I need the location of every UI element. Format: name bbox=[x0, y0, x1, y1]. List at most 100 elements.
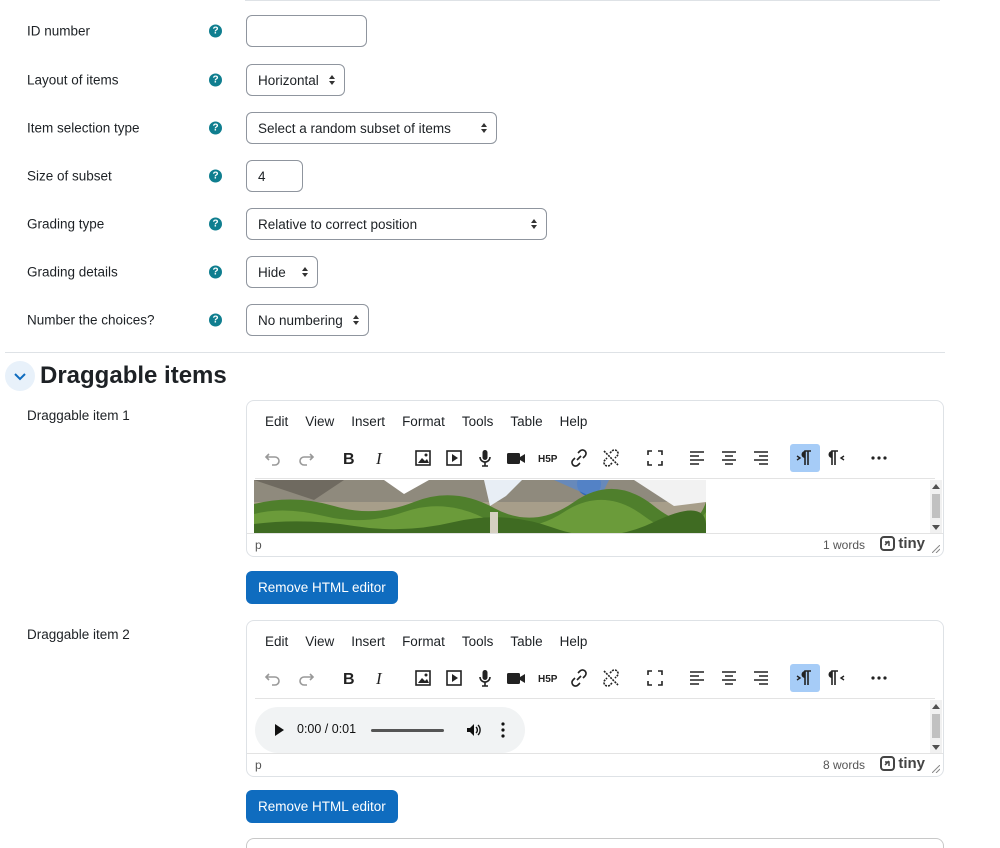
svg-text:I: I bbox=[375, 449, 383, 468]
link-icon[interactable] bbox=[564, 664, 594, 692]
more-icon[interactable] bbox=[864, 664, 894, 692]
select-value: Hide bbox=[258, 264, 286, 280]
rtl-icon[interactable] bbox=[821, 664, 851, 692]
menu-table[interactable]: Table bbox=[510, 634, 542, 649]
menu-format[interactable]: Format bbox=[402, 634, 445, 649]
scroll-down-icon[interactable] bbox=[932, 745, 940, 750]
help-icon[interactable]: ? bbox=[209, 265, 222, 279]
redo-icon[interactable] bbox=[291, 444, 321, 472]
menu-format[interactable]: Format bbox=[402, 414, 445, 429]
menu-table[interactable]: Table bbox=[510, 414, 542, 429]
menu-tools[interactable]: Tools bbox=[462, 634, 494, 649]
record-audio-icon[interactable] bbox=[470, 664, 500, 692]
section-toggle-button[interactable] bbox=[5, 361, 35, 391]
section-divider bbox=[5, 352, 945, 353]
word-count[interactable]: 8 words bbox=[823, 758, 865, 772]
h5p-icon[interactable]: H5P bbox=[533, 444, 563, 472]
audio-progress-track[interactable] bbox=[371, 729, 444, 732]
tiny-brand[interactable]: tiny bbox=[880, 755, 925, 772]
scroll-up-icon[interactable] bbox=[932, 484, 940, 489]
unlink-icon[interactable] bbox=[596, 444, 626, 472]
undo-icon[interactable] bbox=[258, 664, 288, 692]
help-icon[interactable]: ? bbox=[209, 121, 222, 135]
item-selection-select[interactable]: Select a random subset of items bbox=[246, 112, 497, 144]
redo-icon[interactable] bbox=[291, 664, 321, 692]
element-path[interactable]: p bbox=[255, 758, 262, 772]
rtl-icon[interactable] bbox=[821, 444, 851, 472]
media-icon[interactable] bbox=[439, 664, 469, 692]
layout-select[interactable]: Horizontal bbox=[246, 64, 345, 96]
editor-scrollbar[interactable] bbox=[930, 700, 942, 754]
ltr-icon[interactable] bbox=[790, 444, 820, 472]
record-audio-icon[interactable] bbox=[470, 444, 500, 472]
numbering-select[interactable]: No numbering bbox=[246, 304, 369, 336]
italic-icon[interactable]: I bbox=[365, 664, 395, 692]
editor-content[interactable] bbox=[247, 480, 933, 534]
select-caret-icon bbox=[353, 315, 359, 325]
undo-icon[interactable] bbox=[258, 444, 288, 472]
toolbar-divider bbox=[255, 478, 935, 479]
bold-icon[interactable]: B bbox=[333, 444, 363, 472]
element-path[interactable]: p bbox=[255, 538, 262, 552]
help-icon[interactable]: ? bbox=[209, 73, 222, 87]
tiny-brand[interactable]: tiny bbox=[880, 535, 925, 552]
scroll-up-icon[interactable] bbox=[932, 704, 940, 709]
subset-size-input[interactable]: 4 bbox=[246, 160, 303, 192]
more-icon[interactable] bbox=[864, 444, 894, 472]
grading-details-select[interactable]: Hide bbox=[246, 256, 318, 288]
align-center-icon[interactable] bbox=[714, 444, 744, 472]
align-right-icon[interactable] bbox=[746, 444, 776, 472]
svg-text:B: B bbox=[343, 451, 355, 468]
menu-view[interactable]: View bbox=[305, 414, 334, 429]
fullscreen-icon[interactable] bbox=[640, 664, 670, 692]
scroll-thumb[interactable] bbox=[932, 494, 940, 518]
align-right-icon[interactable] bbox=[746, 664, 776, 692]
link-icon[interactable] bbox=[564, 444, 594, 472]
select-caret-icon bbox=[302, 267, 308, 277]
more-options-icon[interactable] bbox=[500, 721, 506, 739]
editor-item-2: Edit View Insert Format Tools Table Help… bbox=[246, 620, 944, 777]
help-icon[interactable]: ? bbox=[209, 313, 222, 327]
ltr-icon[interactable] bbox=[790, 664, 820, 692]
remove-html-editor-button-2[interactable]: Remove HTML editor bbox=[246, 790, 398, 823]
italic-icon[interactable]: I bbox=[365, 444, 395, 472]
h5p-icon[interactable]: H5P bbox=[533, 664, 563, 692]
menu-insert[interactable]: Insert bbox=[351, 414, 385, 429]
scroll-thumb[interactable] bbox=[932, 714, 940, 738]
id-number-input[interactable] bbox=[246, 15, 367, 47]
fullscreen-icon[interactable] bbox=[640, 444, 670, 472]
play-icon[interactable] bbox=[275, 724, 284, 736]
align-left-icon[interactable] bbox=[682, 664, 712, 692]
editor-content[interactable]: 0:00 / 0:01 bbox=[247, 700, 933, 754]
record-video-icon[interactable] bbox=[501, 664, 531, 692]
help-icon[interactable]: ? bbox=[209, 24, 222, 38]
grading-type-select[interactable]: Relative to correct position bbox=[246, 208, 547, 240]
editor-scrollbar[interactable] bbox=[930, 480, 942, 534]
image-icon[interactable] bbox=[408, 444, 438, 472]
image-icon[interactable] bbox=[408, 664, 438, 692]
help-icon[interactable]: ? bbox=[209, 169, 222, 183]
record-video-icon[interactable] bbox=[501, 444, 531, 472]
remove-html-editor-button-1[interactable]: Remove HTML editor bbox=[246, 571, 398, 604]
unlink-icon[interactable] bbox=[596, 664, 626, 692]
word-count[interactable]: 1 words bbox=[823, 538, 865, 552]
trulli-image bbox=[254, 480, 706, 534]
menu-help[interactable]: Help bbox=[560, 414, 588, 429]
resize-handle-icon[interactable] bbox=[932, 765, 940, 773]
menu-view[interactable]: View bbox=[305, 634, 334, 649]
media-icon[interactable] bbox=[439, 444, 469, 472]
bold-icon[interactable]: B bbox=[333, 664, 363, 692]
align-left-icon[interactable] bbox=[682, 444, 712, 472]
menu-tools[interactable]: Tools bbox=[462, 414, 494, 429]
align-center-icon[interactable] bbox=[714, 664, 744, 692]
scroll-down-icon[interactable] bbox=[932, 525, 940, 530]
menu-help[interactable]: Help bbox=[560, 634, 588, 649]
row-size-of-subset: Size of subset ? 4 bbox=[0, 156, 1000, 196]
menu-edit[interactable]: Edit bbox=[265, 414, 288, 429]
menu-insert[interactable]: Insert bbox=[351, 634, 385, 649]
menu-edit[interactable]: Edit bbox=[265, 634, 288, 649]
help-icon[interactable]: ? bbox=[209, 217, 222, 231]
volume-icon[interactable] bbox=[465, 722, 481, 738]
row-number-choices: Number the choices? ? No numbering bbox=[0, 300, 1000, 340]
resize-handle-icon[interactable] bbox=[932, 545, 940, 553]
